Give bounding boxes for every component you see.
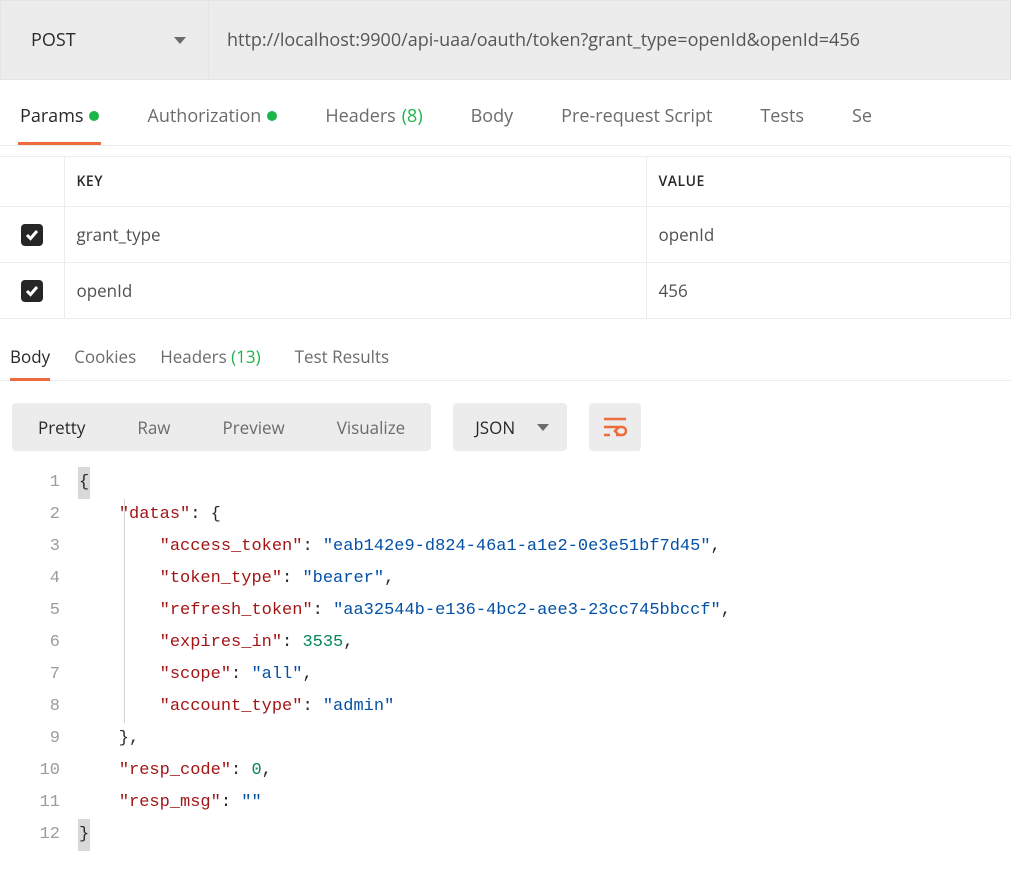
- tab-authorization[interactable]: Authorization: [147, 90, 277, 144]
- tab-label: Headers: [325, 104, 395, 128]
- wrap-lines-button[interactable]: [589, 403, 641, 451]
- resp-tab-cookies[interactable]: Cookies: [74, 333, 136, 380]
- param-row: openId456: [0, 263, 1011, 319]
- response-view-toolbar: PrettyRawPreviewVisualize JSON: [0, 381, 1011, 463]
- view-mode-visualize[interactable]: Visualize: [311, 403, 432, 451]
- resp-tab-label: Cookies: [74, 345, 136, 368]
- tab-body[interactable]: Body: [471, 90, 514, 144]
- tab-params[interactable]: Params: [20, 90, 99, 144]
- tab-tests[interactable]: Tests: [760, 90, 804, 144]
- line-number: 5: [0, 595, 60, 627]
- http-method-label: POST: [31, 28, 76, 52]
- view-mode-preview[interactable]: Preview: [196, 403, 310, 451]
- tab-label: Authorization: [147, 104, 261, 128]
- chevron-down-icon: [537, 424, 549, 431]
- tab-label: Se: [852, 104, 872, 128]
- param-checkbox-cell: [0, 263, 64, 319]
- view-mode-raw[interactable]: Raw: [111, 403, 196, 451]
- line-number: 1: [0, 467, 60, 499]
- response-tabs: Body Cookies Headers (13) Test Results: [0, 333, 1011, 381]
- checkbox[interactable]: [21, 224, 43, 246]
- status-dot-icon: [267, 111, 277, 121]
- line-gutter: 123456789101112: [0, 467, 78, 851]
- line-number: 3: [0, 531, 60, 563]
- line-number: 4: [0, 563, 60, 595]
- tab-label: Pre-request Script: [561, 104, 712, 128]
- resp-tab-headers[interactable]: Headers (13): [160, 333, 260, 380]
- tab-label: Tests: [760, 104, 804, 128]
- tab-count: (8): [402, 104, 423, 128]
- view-mode-group: PrettyRawPreviewVisualize: [12, 403, 431, 451]
- http-method-select[interactable]: POST: [1, 1, 209, 79]
- param-key[interactable]: grant_type: [64, 207, 646, 263]
- json-code[interactable]: { "datas": { "access_token": "eab142e9-d…: [78, 467, 1011, 851]
- param-value[interactable]: 456: [646, 263, 1011, 319]
- line-number: 11: [0, 787, 60, 819]
- line-number: 12: [0, 819, 60, 851]
- line-number: 10: [0, 755, 60, 787]
- tab-label: Params: [20, 104, 83, 128]
- resp-tab-test-results[interactable]: Test Results: [295, 333, 390, 380]
- params-table: KEY VALUE grant_typeopenIdopenId456: [0, 156, 1011, 319]
- resp-tab-body[interactable]: Body: [10, 333, 50, 380]
- tab-headers[interactable]: Headers (8): [325, 90, 422, 144]
- line-number: 7: [0, 659, 60, 691]
- url-input[interactable]: http://localhost:9900/api-uaa/oauth/toke…: [209, 1, 1010, 79]
- status-dot-icon: [89, 111, 99, 121]
- resp-tab-label: Headers: [160, 345, 227, 368]
- lang-select[interactable]: JSON: [453, 403, 567, 451]
- lang-label: JSON: [475, 416, 515, 439]
- line-number: 9: [0, 723, 60, 755]
- response-body: 123456789101112 { "datas": { "access_tok…: [0, 463, 1011, 861]
- request-tabs: Params Authorization Headers (8) Body Pre-re…: [0, 88, 1011, 146]
- tab-se[interactable]: Se: [852, 90, 872, 144]
- chevron-down-icon: [174, 37, 186, 44]
- request-url-bar: POST http://localhost:9900/api-uaa/oauth…: [0, 0, 1011, 80]
- resp-tab-count: (13): [227, 345, 261, 368]
- params-checkbox-header: [0, 157, 64, 207]
- resp-tab-label: Body: [10, 345, 50, 368]
- tab-pre-request-script[interactable]: Pre-request Script: [561, 90, 712, 144]
- wrap-icon: [602, 416, 628, 438]
- url-text: http://localhost:9900/api-uaa/oauth/toke…: [227, 28, 860, 52]
- params-key-header: KEY: [64, 157, 646, 207]
- param-checkbox-cell: [0, 207, 64, 263]
- view-mode-pretty[interactable]: Pretty: [12, 403, 111, 451]
- resp-tab-label: Test Results: [295, 345, 390, 368]
- params-value-header: VALUE: [646, 157, 1011, 207]
- checkbox[interactable]: [21, 280, 43, 302]
- param-key[interactable]: openId: [64, 263, 646, 319]
- line-number: 8: [0, 691, 60, 723]
- param-row: grant_typeopenId: [0, 207, 1011, 263]
- tab-label: Body: [471, 104, 514, 128]
- line-number: 2: [0, 499, 60, 531]
- line-number: 6: [0, 627, 60, 659]
- param-value[interactable]: openId: [646, 207, 1011, 263]
